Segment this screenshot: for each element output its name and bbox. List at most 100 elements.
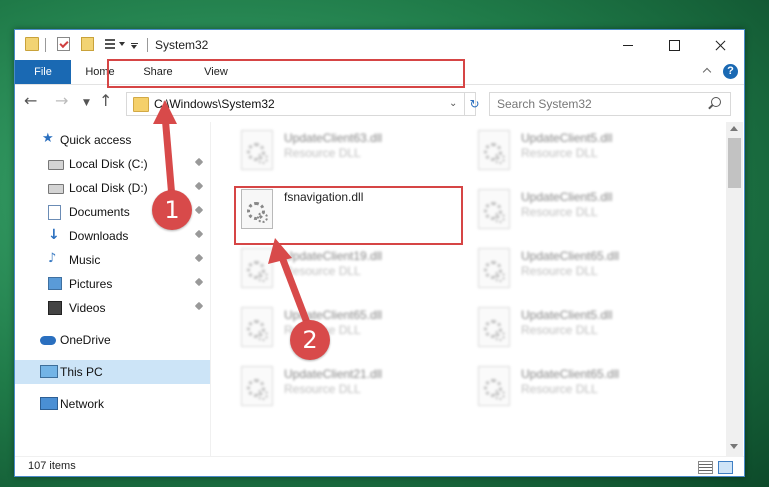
- toolbar-divider: [45, 38, 46, 52]
- address-path[interactable]: C:\Windows\System32: [154, 97, 275, 111]
- details-view-icon[interactable]: [698, 461, 713, 474]
- file-type: Resource DLL: [521, 205, 598, 219]
- sidebar-item-videos[interactable]: Videos: [15, 296, 210, 320]
- close-button[interactable]: [697, 30, 743, 60]
- file-name: UpdateClient5.dll: [521, 190, 613, 204]
- sidebar-item-label: Quick access: [60, 133, 132, 147]
- dll-file-icon: [241, 130, 273, 170]
- computer-icon: [40, 365, 58, 378]
- file-name: UpdateClient65.dll: [521, 367, 620, 381]
- sidebar-item-label: Documents: [69, 205, 130, 219]
- file-item[interactable]: UpdateClient63.dll Resource DLL: [211, 126, 441, 184]
- address-highlight-box: [107, 59, 465, 88]
- folder-icon: [133, 97, 149, 112]
- search-input[interactable]: Search System32: [489, 92, 731, 116]
- navigation-bar: ← → ▼ ↑ C:\Windows\System32 ⌄ ↻ Search S…: [15, 85, 744, 119]
- file-name: UpdateClient65.dll: [284, 308, 383, 322]
- dll-file-icon: [478, 130, 510, 170]
- downloads-icon: ↓: [48, 227, 60, 243]
- explorer-window: System32 File Home Share View ? ← → ▼ ↑ …: [14, 29, 745, 477]
- file-type: Resource DLL: [284, 146, 361, 160]
- sidebar-item-label: This PC: [60, 365, 103, 379]
- status-bar: 107 items: [15, 456, 744, 476]
- help-icon[interactable]: ?: [723, 64, 738, 79]
- file-name: UpdateClient63.dll: [284, 131, 383, 145]
- scrollbar-thumb[interactable]: [728, 138, 741, 188]
- file-type: Resource DLL: [521, 323, 598, 337]
- address-bar[interactable]: C:\Windows\System32 ⌄ ↻: [126, 92, 480, 116]
- recent-locations-icon[interactable]: ▼: [83, 95, 90, 111]
- title-bar: System32: [15, 30, 744, 60]
- minimize-button[interactable]: [605, 30, 651, 60]
- file-type: Resource DLL: [284, 382, 361, 396]
- sidebar-item-this-pc[interactable]: This PC: [15, 360, 210, 384]
- sidebar-item-label: Network: [60, 397, 105, 411]
- up-arrow-icon[interactable]: ↑: [99, 93, 112, 109]
- sidebar-item-music[interactable]: ♪ Music: [15, 248, 210, 272]
- window-title: System32: [155, 38, 209, 52]
- file-item[interactable]: UpdateClient65.dll Resource DLL: [448, 244, 678, 302]
- chevron-down-icon[interactable]: [119, 42, 125, 46]
- search-icon[interactable]: [711, 97, 721, 107]
- dll-file-icon: [478, 248, 510, 288]
- sidebar-item-label: Local Disk (D:): [69, 181, 148, 195]
- sidebar-item-label: Pictures: [69, 277, 113, 291]
- file-item[interactable]: UpdateClient5.dll Resource DLL: [448, 126, 678, 184]
- file-type: Resource DLL: [521, 382, 598, 396]
- back-arrow-icon[interactable]: ←: [24, 93, 37, 109]
- file-type: Resource DLL: [284, 264, 361, 278]
- vertical-scrollbar[interactable]: [726, 122, 743, 456]
- file-name: UpdateClient19.dll: [284, 249, 383, 263]
- pictures-icon: [48, 277, 62, 290]
- file-item[interactable]: UpdateClient5.dll Resource DLL: [448, 303, 678, 361]
- dll-file-icon: [241, 307, 273, 347]
- large-icons-view-icon[interactable]: [718, 461, 733, 474]
- music-icon: ♪: [48, 251, 57, 266]
- refresh-icon[interactable]: ↻: [464, 93, 480, 115]
- pin-icon: [194, 157, 204, 167]
- file-item[interactable]: UpdateClient19.dll Resource DLL: [211, 244, 441, 302]
- folder-icon: [25, 37, 39, 51]
- dll-file-icon: [241, 366, 273, 406]
- pin-icon: [194, 229, 204, 239]
- file-type: Resource DLL: [521, 264, 598, 278]
- sidebar-item-label: OneDrive: [60, 333, 111, 347]
- file-name: UpdateClient5.dll: [521, 308, 613, 322]
- navigation-pane: ★ Quick access Local Disk (C:) Local Dis…: [15, 122, 211, 456]
- file-name: UpdateClient21.dll: [284, 367, 383, 381]
- dll-file-icon: [478, 366, 510, 406]
- sidebar-item-label: Videos: [69, 301, 106, 315]
- expand-ribbon-icon[interactable]: [703, 66, 711, 74]
- dll-file-icon: [241, 248, 273, 288]
- forward-arrow-icon[interactable]: →: [55, 93, 68, 109]
- step-1-badge: 1: [152, 190, 192, 230]
- view-options-icon[interactable]: [101, 37, 115, 49]
- scroll-up-icon[interactable]: [730, 126, 738, 131]
- pin-icon: [194, 181, 204, 191]
- file-name: UpdateClient65.dll: [521, 249, 620, 263]
- item-count: 107 items: [28, 460, 76, 472]
- maximize-button[interactable]: [651, 30, 697, 60]
- cloud-icon: [40, 336, 56, 345]
- drive-icon: [48, 184, 64, 194]
- tab-file[interactable]: File: [15, 60, 71, 84]
- sidebar-item-onedrive[interactable]: OneDrive: [15, 328, 210, 352]
- sidebar-item-quick-access[interactable]: ★ Quick access: [15, 128, 210, 152]
- new-folder-icon[interactable]: [81, 37, 94, 51]
- chevron-down-icon[interactable]: ⌄: [449, 98, 457, 109]
- sidebar-item-label: Downloads: [69, 229, 129, 243]
- pin-icon: [194, 277, 204, 287]
- file-item[interactable]: UpdateClient21.dll Resource DLL: [211, 362, 441, 420]
- videos-icon: [48, 301, 62, 315]
- sidebar-item-local-disk-c[interactable]: Local Disk (C:): [15, 152, 210, 176]
- pin-icon: [194, 301, 204, 311]
- sidebar-item-network[interactable]: Network: [15, 392, 210, 416]
- properties-icon[interactable]: [57, 37, 70, 51]
- scroll-down-icon[interactable]: [730, 444, 738, 449]
- customize-toolbar-icon[interactable]: [131, 43, 138, 49]
- sidebar-item-pictures[interactable]: Pictures: [15, 272, 210, 296]
- file-type: Resource DLL: [521, 146, 598, 160]
- file-item[interactable]: UpdateClient65.dll Resource DLL: [448, 362, 678, 420]
- file-item[interactable]: UpdateClient5.dll Resource DLL: [448, 185, 678, 243]
- sidebar-item-label: Music: [69, 253, 101, 267]
